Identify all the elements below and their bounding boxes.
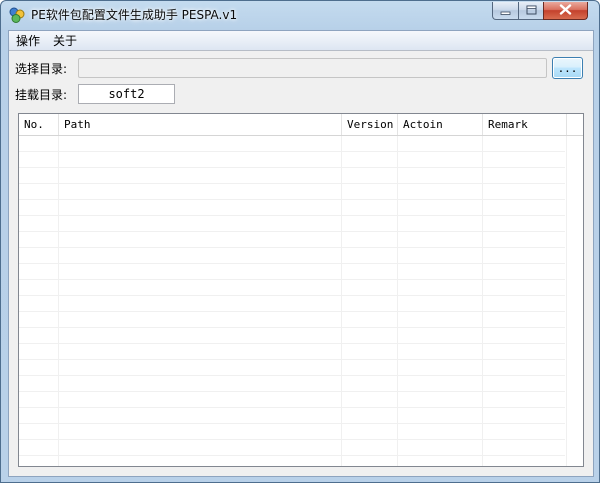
mount-dir-label: 挂载目录:	[15, 88, 68, 102]
mount-dir-field[interactable]: soft2	[78, 84, 175, 104]
client-area: 操作 关于 选择目录: ... 挂载目录: soft2 No. Path Ver…	[8, 30, 594, 477]
table-row	[19, 296, 565, 312]
table-row	[19, 280, 565, 296]
table-row	[19, 312, 565, 328]
table-row	[19, 440, 565, 456]
minimize-button[interactable]	[492, 2, 519, 20]
close-button[interactable]	[543, 2, 588, 20]
table-row	[19, 152, 565, 168]
table-row	[19, 392, 565, 408]
column-header-action[interactable]: Actoin	[398, 114, 483, 135]
table-row	[19, 248, 565, 264]
column-header-version[interactable]: Version	[342, 114, 398, 135]
table-row	[19, 136, 565, 152]
window-title: PE软件包配置文件生成助手 PESPA.v1	[31, 8, 238, 22]
table-body	[19, 136, 583, 466]
close-icon	[559, 3, 572, 18]
table-row	[19, 184, 565, 200]
title-bar[interactable]: PE软件包配置文件生成助手 PESPA.v1	[1, 1, 599, 29]
select-dir-label: 选择目录:	[15, 62, 68, 76]
table-row	[19, 376, 565, 392]
maximize-icon	[526, 4, 537, 18]
menu-item-about[interactable]: 关于	[51, 33, 79, 49]
table-row	[19, 424, 565, 440]
app-window: PE软件包配置文件生成助手 PESPA.v1 操作 关于 选择目录: ... 挂…	[0, 0, 600, 483]
file-list-table[interactable]: No. Path Version Actoin Remark	[18, 113, 584, 467]
menu-item-operate[interactable]: 操作	[14, 33, 42, 49]
menu-bar: 操作 关于	[9, 31, 593, 51]
table-row	[19, 408, 565, 424]
table-row	[19, 264, 565, 280]
table-row	[19, 200, 565, 216]
column-header-no[interactable]: No.	[19, 114, 59, 135]
table-row	[19, 328, 565, 344]
browse-button[interactable]: ...	[552, 57, 583, 79]
column-header-remark[interactable]: Remark	[483, 114, 567, 135]
column-header-path[interactable]: Path	[59, 114, 342, 135]
app-icon[interactable]	[8, 6, 26, 24]
table-row	[19, 168, 565, 184]
minimize-icon	[500, 4, 511, 18]
column-divider	[566, 136, 567, 466]
table-row	[19, 216, 565, 232]
table-header: No. Path Version Actoin Remark	[19, 114, 583, 136]
table-row	[19, 232, 565, 248]
table-row	[19, 360, 565, 376]
maximize-button[interactable]	[518, 2, 544, 20]
table-row	[19, 344, 565, 360]
select-dir-field[interactable]	[78, 58, 547, 78]
